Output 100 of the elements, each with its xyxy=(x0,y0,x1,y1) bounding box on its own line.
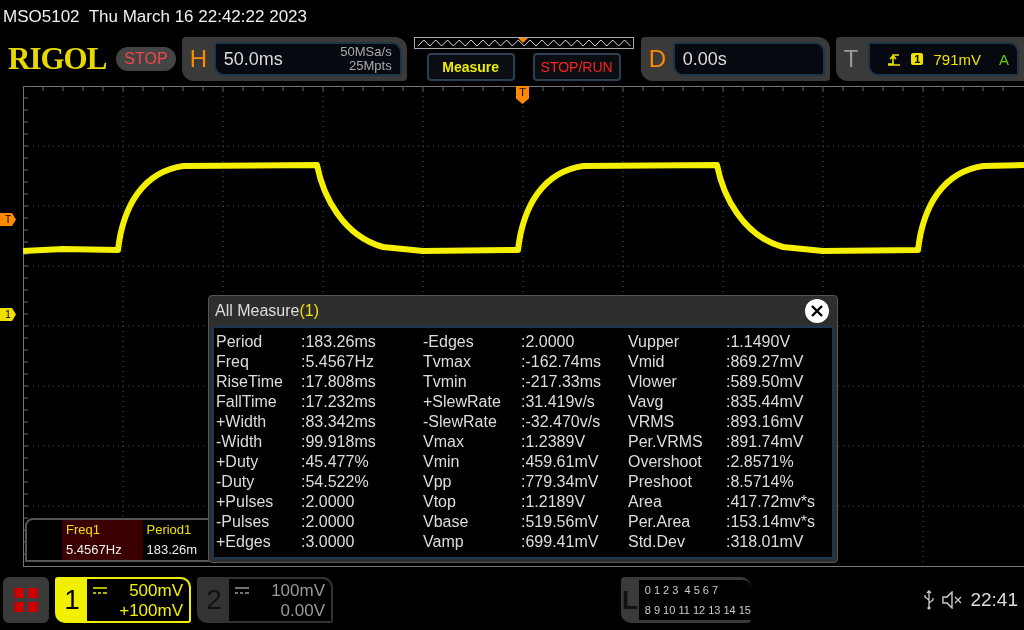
measurement-value: :1.1490V xyxy=(726,333,792,351)
measurement-label: Freq xyxy=(216,353,250,371)
measurement-value: :318.01mV xyxy=(726,533,805,551)
measurement-label: Vlower xyxy=(628,373,678,391)
channel-offset: 0.00V xyxy=(280,601,325,621)
measurement-label: -Edges xyxy=(423,333,475,351)
logic-bits: 8 9 10 11 12 13 14 15 xyxy=(644,604,751,616)
measurement-value: :589.50mV xyxy=(726,373,805,391)
measurement-label: +Duty xyxy=(216,453,260,471)
measurement-label: Area xyxy=(628,493,663,511)
trigger-position-marker[interactable]: T xyxy=(516,86,529,104)
horizontal-panel[interactable]: H 50.0ms 50MSa/s 25Mpts xyxy=(181,37,407,81)
close-icon xyxy=(811,305,823,317)
measurement-value: :891.74mV xyxy=(726,433,805,451)
measurement-value: :-162.74ms xyxy=(521,353,603,371)
measurement-value: :417.72mv*s xyxy=(726,493,816,511)
measurement-value: :83.342ms xyxy=(301,413,377,431)
statistic-value: 183.26m xyxy=(146,541,199,559)
dc-coupling-icon xyxy=(93,587,107,595)
measurement-label: Overshoot xyxy=(628,453,703,471)
measurement-label: Per.VRMS xyxy=(628,433,704,451)
delay-panel[interactable]: D 0.00s xyxy=(640,37,830,81)
delay-value: 0.00s xyxy=(682,48,727,70)
measurement-value: :8.5714% xyxy=(726,473,795,491)
measurement-value: :2.8571% xyxy=(726,453,795,471)
measurement-value: :869.27mV xyxy=(726,353,805,371)
measurement-label: Tvmin xyxy=(423,373,468,391)
run-state-badge: STOP xyxy=(116,47,176,71)
measurement-value: :54.522% xyxy=(301,473,370,491)
channel-offset: +100mV xyxy=(119,601,183,621)
measurement-label: Per.Area xyxy=(628,513,692,531)
measurement-label: FallTime xyxy=(216,393,278,411)
channel-scale: 100mV xyxy=(271,581,325,601)
clock-time: 22:41 xyxy=(970,589,1018,611)
statistic-item[interactable]: Freq1 5.4567Hz xyxy=(62,520,143,560)
measurement-value: :835.44mV xyxy=(726,393,805,411)
measurement-value: :3.0000 xyxy=(301,533,356,551)
measurement-value: :99.918ms xyxy=(301,433,377,451)
measure-button[interactable]: Measure xyxy=(426,53,515,81)
usb-icon xyxy=(924,590,935,610)
muted-speaker-icon xyxy=(942,591,963,609)
statistic-label: Freq1 xyxy=(66,521,101,539)
measurement-label: Vmin xyxy=(423,453,461,471)
measurement-value: :153.14mv*s xyxy=(726,513,816,531)
trigger-letter: T xyxy=(843,45,860,73)
measurement-label: Tvmax xyxy=(423,353,472,371)
measurement-label: Vbase xyxy=(423,513,470,531)
measurement-value: :699.41mV xyxy=(521,533,600,551)
measurement-label: Vmax xyxy=(423,433,465,451)
measurement-label: -Pulses xyxy=(216,513,271,531)
measurement-value: :17.808ms xyxy=(301,373,377,391)
stop-run-button[interactable]: STOP/RUN xyxy=(532,53,621,81)
measurement-label: +SlewRate xyxy=(423,393,502,411)
measurement-value: :-32.470v/s xyxy=(521,413,602,431)
measurement-value: :519.56mV xyxy=(521,513,600,531)
brand-logo: RIGOL xyxy=(8,41,107,77)
measurement-label: Vtop xyxy=(423,493,457,511)
measurement-value: :5.4567Hz xyxy=(301,353,375,371)
measurement-value: :1.2389V xyxy=(521,433,587,451)
window-title: MSO5102 Thu March 16 22:42:22 2023 xyxy=(2,6,308,28)
measurement-label: Vamp xyxy=(423,533,465,551)
measurement-value: :183.26ms xyxy=(301,333,377,351)
measurement-value: :17.232ms xyxy=(301,393,377,411)
measurement-value: :893.16mV xyxy=(726,413,805,431)
menu-button[interactable] xyxy=(3,577,49,623)
trigger-mode: A xyxy=(999,50,1009,68)
measurement-value: :1.2189V xyxy=(521,493,587,511)
dialog-title: All Measure(1) xyxy=(215,302,320,320)
measurement-label: Std.Dev xyxy=(628,533,686,551)
measurement-value: :45.477% xyxy=(301,453,370,471)
statistic-label: Period1 xyxy=(146,521,193,539)
dc-coupling-icon xyxy=(235,587,249,595)
measurement-value: :2.0000 xyxy=(301,513,356,531)
sample-rate: 50MSa/s xyxy=(340,45,392,59)
channel-panel[interactable]: 1 500mV +100mV xyxy=(55,577,191,623)
measurement-value: :31.419v/s xyxy=(521,393,596,411)
statistic-value: 5.4567Hz xyxy=(66,541,123,559)
delay-letter: D xyxy=(648,45,667,73)
measurement-label: +Pulses xyxy=(216,493,275,511)
channel-scale: 500mV xyxy=(129,581,183,601)
memory-depth: 25Mpts xyxy=(349,59,392,73)
measurement-label: -Width xyxy=(216,433,264,451)
trigger-source-badge: 1 xyxy=(911,53,924,65)
close-button[interactable] xyxy=(805,299,829,323)
measurement-value: :2.0000 xyxy=(521,333,576,351)
measurement-label: Preshoot xyxy=(628,473,694,491)
measurement-label: VRMS xyxy=(628,413,676,431)
timebase-value: 50.0ms xyxy=(223,48,283,70)
measurement-value: :459.61mV xyxy=(521,453,600,471)
trigger-panel[interactable]: T 1 791mV A xyxy=(835,37,1024,81)
measurement-label: Period xyxy=(216,333,264,351)
channel-offset-marker[interactable]: 1 xyxy=(0,308,16,321)
measurement-value: :-217.33ms xyxy=(521,373,603,391)
trigger-level: 791mV xyxy=(933,50,981,68)
trigger-level-marker[interactable]: T xyxy=(0,213,16,226)
grid-squares-icon xyxy=(13,587,39,613)
measurement-label: Vupper xyxy=(628,333,680,351)
measurement-label: -Duty xyxy=(216,473,256,491)
horizontal-letter: H xyxy=(189,45,208,73)
measurement-label: Vmid xyxy=(628,353,666,371)
